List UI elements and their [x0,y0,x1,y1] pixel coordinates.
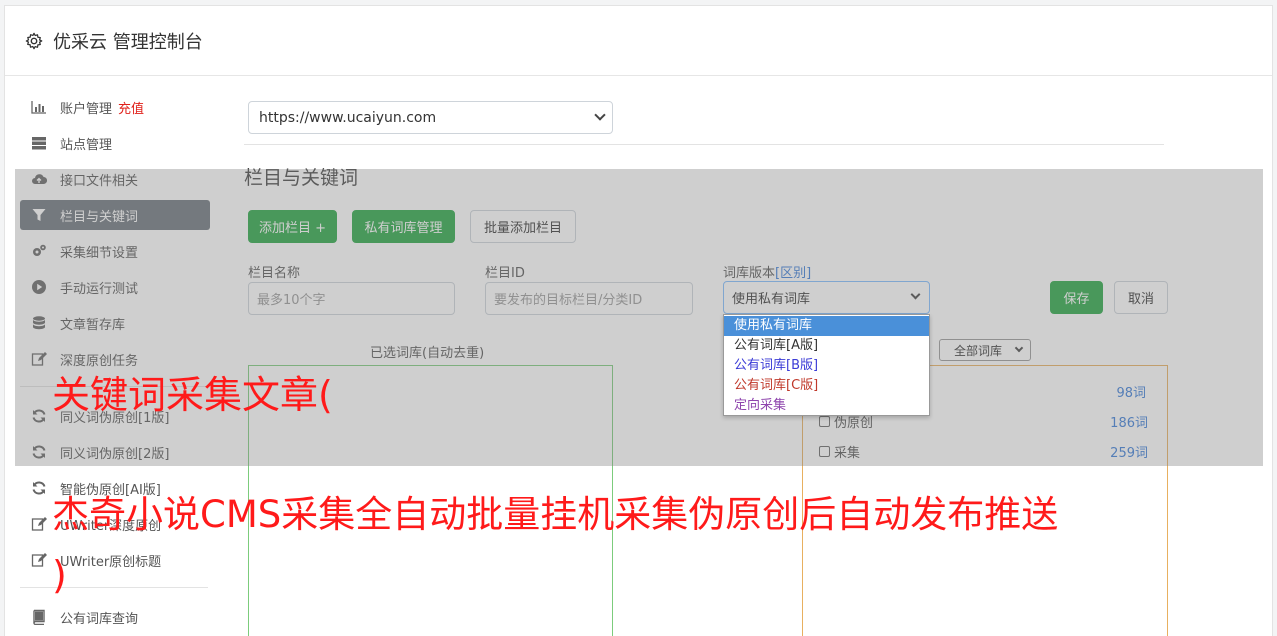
sidebar-item-article-store[interactable]: 文章暂存库 [20,308,210,338]
divider [244,144,1164,145]
bar-chart-icon [31,101,46,114]
sidebar-item-account[interactable]: 账户管理 充值 [20,92,210,122]
sidebar-item-public-lib-query[interactable]: 公有词库查询 [20,602,210,632]
filter-icon [32,209,46,221]
column-id-label: 栏目ID [485,266,525,281]
all-libs-select[interactable]: 全部词库 [939,339,1031,361]
sidebar-item-label: 站点管理 [60,137,113,153]
overlay-text-line2: 杰奇小说CMS采集全自动批量挂机采集伪原创后自动发布推送 [52,493,1059,536]
edit-icon [31,517,47,531]
column-id-input[interactable]: 要发布的目标栏目/分类ID [485,282,693,315]
refresh-icon [32,445,46,459]
lib-version-label-text: 词库版本 [723,266,776,281]
sidebar-item-label: 公有词库查询 [60,611,139,627]
private-lib-button[interactable]: 私有词库管理 [352,210,455,243]
sidebar-item-label: 同义词伪原创[2版] [60,446,170,462]
edit-icon [31,553,47,567]
edit-icon [31,352,47,366]
gears-icon [33,244,46,256]
sidebar-item-label: 栏目与关键词 [60,209,139,225]
site-select-value: https://www.ucaiyun.com [259,109,437,126]
lib-row-count: 98词 [1116,385,1146,401]
sidebar-item-synonym-v2[interactable]: 同义词伪原创[2版] [20,437,210,467]
lib-row-count: 259词 [1110,445,1148,461]
lib-version-dropdown: 使用私有词库 公有词库[A版] 公有词库[B版] 公有词库[C版] 定向采集 [723,314,930,416]
lib-version-value: 使用私有词库 [732,292,811,307]
lib-row-count: 186词 [1110,415,1148,431]
sidebar-item-manual-run[interactable]: 手动运行测试 [20,272,210,302]
lib-row[interactable]: 采集 259词 [819,441,1148,461]
sidebar-item-uwriter-title[interactable]: UWriter原创标题 [20,545,210,575]
dropdown-option-private[interactable]: 使用私有词库 [724,316,929,336]
database-icon [33,316,45,330]
dropdown-option-public-b[interactable]: 公有词库[B版] [724,356,929,376]
sidebar-item-interface[interactable]: 接口文件相关 [20,164,210,194]
sidebar-item-label: 接口文件相关 [60,173,139,189]
gear-icon [25,32,43,49]
sidebar-item-columns[interactable]: 栏目与关键词 [20,200,210,230]
sidebar-item-label: 手动运行测试 [60,281,139,297]
sidebar-item-collect-settings[interactable]: 采集细节设置 [20,236,210,266]
overlay-text-line3: ) [52,553,67,597]
section-title: 栏目与关键词 [244,167,359,189]
sidebar-item-label: 文章暂存库 [60,317,126,333]
sidebar-item-label: 深度原创任务 [60,353,139,369]
server-icon [32,137,46,150]
lib-version-select[interactable]: 使用私有词库 [723,281,930,314]
overlay-text-line1: 关键词采集文章( [52,373,333,417]
dropdown-option-targeted[interactable]: 定向采集 [724,396,929,416]
sidebar-item-deep-original[interactable]: 深度原创任务 [20,344,210,374]
book-icon [33,609,45,625]
sidebar-item-label: 账户管理 [60,101,113,117]
recharge-link[interactable]: 充值 [118,98,144,117]
lib-version-label: 词库版本[区别] [723,262,811,281]
page-title: 优采云 管理控制台 [53,31,203,53]
lib-row-label: 采集 [834,445,861,461]
dropdown-option-public-a[interactable]: 公有词库[A版] [724,336,929,356]
main-content: https://www.ucaiyun.com 栏目与关键词 添加栏目 + 私有… [244,95,1168,636]
lib-checkbox[interactable] [819,415,830,427]
all-libs-value: 全部词库 [954,343,1003,358]
cloud-upload-icon [32,174,47,185]
selected-libs-label: 已选词库(自动去重) [370,346,485,361]
cancel-button[interactable]: 取消 [1114,281,1168,314]
difference-link[interactable]: [区别] [775,266,811,281]
chevron-down-icon [594,109,606,121]
panel-header: 优采云 管理控制台 [5,6,1272,76]
column-name-input[interactable]: 最多10个字 [248,282,455,315]
batch-add-button[interactable]: 批量添加栏目 [470,210,576,243]
sidebar-divider [20,587,208,588]
chevron-down-icon [1014,343,1024,353]
lib-checkbox[interactable] [819,445,830,457]
refresh-icon [32,481,46,495]
dropdown-option-public-c[interactable]: 公有词库[C版] [724,376,929,396]
add-column-button[interactable]: 添加栏目 + [248,210,337,243]
column-name-label: 栏目名称 [248,266,301,281]
play-circle-icon [32,280,46,294]
sidebar-item-sites[interactable]: 站点管理 [20,128,210,158]
sidebar-item-label: UWriter原创标题 [60,554,162,570]
sidebar-item-label: 采集细节设置 [60,245,139,261]
chevron-down-icon [910,289,921,300]
site-select[interactable]: https://www.ucaiyun.com [248,101,613,134]
refresh-icon [32,409,46,423]
sidebar: 账户管理 充值 站点管理 接口文件相关 栏目与关键词 采集细节设置 手动运行测试… [20,92,210,636]
save-button[interactable]: 保存 [1050,281,1103,314]
